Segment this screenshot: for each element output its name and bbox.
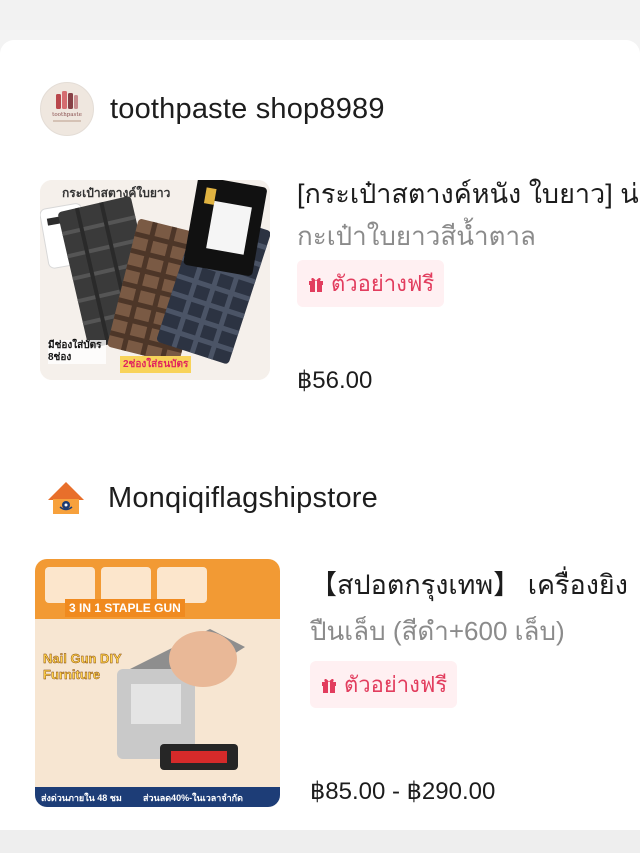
product-price: ฿85.00 - ฿290.00 bbox=[310, 778, 496, 805]
product-card[interactable]: 3 IN 1 STAPLE GUN Nail Gun DIY Furniture… bbox=[0, 545, 640, 825]
free-sample-badge: ตัวอย่างฟรี bbox=[310, 661, 458, 708]
thumbnail-label-top: กระเป๋าสตางค์ใบยาว bbox=[62, 186, 171, 200]
thumbnail-label-left: มีช่องใส่บัตร 8ช่อง bbox=[48, 340, 106, 364]
thumbnail-label-right: 2ช่องใส่ธนบัตร bbox=[120, 356, 192, 373]
shop-header-toothpaste[interactable]: toothpaste toothpaste shop8989 bbox=[40, 82, 385, 136]
toothpaste-logo-icon: toothpaste bbox=[42, 84, 92, 134]
badge-label: ตัวอย่างฟรี bbox=[344, 672, 448, 697]
thumbnail-banner: 3 IN 1 STAPLE GUN bbox=[65, 599, 185, 617]
product-price: ฿56.00 bbox=[297, 367, 373, 394]
gift-icon bbox=[322, 678, 336, 693]
page: toothpaste toothpaste shop8989 กระเป๋าสต… bbox=[0, 0, 640, 853]
bottom-strip bbox=[0, 830, 640, 853]
shop-avatar[interactable] bbox=[40, 472, 92, 524]
staple-gun-image-icon bbox=[35, 559, 280, 807]
shop-header-monqiqi[interactable]: Monqiqiflagshipstore bbox=[40, 472, 378, 524]
product-card[interactable]: กระเป๋าสตางค์ใบยาว มีช่องใส่บัตร 8ช่อง 2… bbox=[0, 160, 640, 400]
product-thumbnail[interactable]: กระเป๋าสตางค์ใบยาว มีช่องใส่บัตร 8ช่อง 2… bbox=[40, 180, 270, 380]
shop-name[interactable]: Monqiqiflagshipstore bbox=[108, 482, 378, 515]
badge-label: ตัวอย่างฟรี bbox=[331, 271, 435, 296]
gift-icon bbox=[309, 277, 323, 292]
thumbnail-side-label: Nail Gun DIY Furniture bbox=[43, 651, 122, 682]
shop-avatar[interactable]: toothpaste bbox=[40, 82, 94, 136]
product-title[interactable]: 【สปอตกรุงเทพ】 เครื่องยิง bbox=[310, 563, 640, 606]
thumbnail-bottom-left: ส่งด่วนภายใน 48 ชม bbox=[41, 793, 122, 803]
house-icon bbox=[41, 473, 91, 523]
product-variant: ปืนเล็บ (สีดำ+600 เล็บ) bbox=[310, 616, 565, 646]
shop-name[interactable]: toothpaste shop8989 bbox=[110, 93, 385, 126]
thumbnail-bottom-right: ส่วนลด40%-ในเวลาจำกัด bbox=[143, 793, 243, 803]
product-variant: กะเป๋าใบยาวสีน้ำตาล bbox=[297, 221, 536, 251]
product-thumbnail[interactable]: 3 IN 1 STAPLE GUN Nail Gun DIY Furniture… bbox=[35, 559, 280, 807]
free-sample-badge: ตัวอย่างฟรี bbox=[297, 260, 445, 307]
avatar-logo-text: toothpaste bbox=[52, 112, 82, 118]
product-title[interactable]: [กระเป๋าสตางค์หนัง ใบยาว] น่ bbox=[297, 172, 640, 215]
top-strip bbox=[0, 0, 640, 30]
